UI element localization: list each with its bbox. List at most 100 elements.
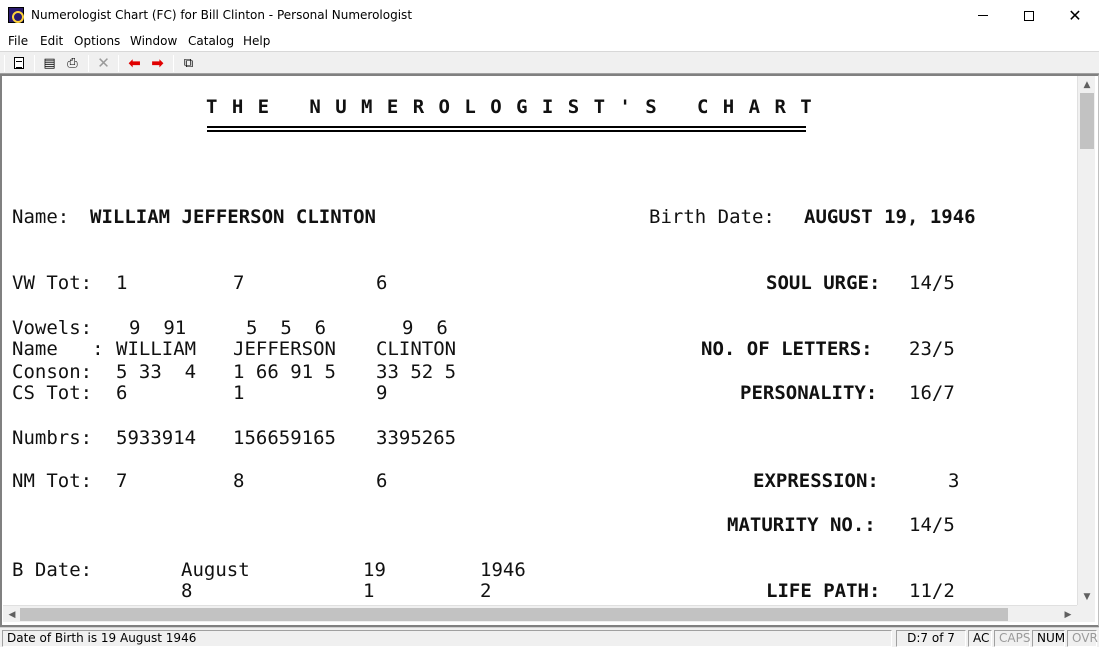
- horizontal-scrollbar[interactable]: ◀ ▶: [3, 605, 1077, 622]
- nm-tot-value: 6: [376, 470, 388, 492]
- print-button[interactable]: ⎙: [64, 55, 81, 71]
- vw-tot-label: VW Tot:: [12, 272, 93, 294]
- back-button[interactable]: ⬅: [126, 55, 143, 71]
- maximize-icon: [1024, 10, 1034, 21]
- conson-value: 33 52 5: [376, 361, 457, 383]
- name-word: CLINTON: [376, 338, 457, 360]
- forward-arrow-icon: ➡: [151, 53, 164, 72]
- app-icon[interactable]: [8, 7, 24, 23]
- menu-file[interactable]: File: [8, 34, 28, 48]
- copy-button[interactable]: ⧉: [180, 55, 197, 71]
- chart-document: THE NUMEROLOGIST'S CHART Name: WILLIAM J…: [3, 76, 1078, 605]
- heading-double-rule: [207, 126, 806, 132]
- maturity-number-label: MATURITY NO.:: [727, 514, 876, 536]
- expression-value: 3: [948, 470, 960, 492]
- life-path-label: LIFE PATH:: [766, 580, 881, 602]
- toolbar-separator: [173, 55, 174, 72]
- window-title: Numerologist Chart (FC) for Bill Clinton…: [31, 8, 413, 22]
- nm-tot-label: NM Tot:: [12, 470, 93, 492]
- bdate-part: 1946: [480, 559, 526, 581]
- scroll-left-arrow-icon[interactable]: ◀: [3, 606, 21, 623]
- vertical-scroll-thumb[interactable]: [1080, 93, 1094, 149]
- status-page-indicator: D:7 of 7: [896, 630, 966, 647]
- no-of-letters-label: NO. OF LETTERS:: [701, 338, 873, 360]
- vowels-value: 5 5 6: [246, 317, 327, 339]
- life-path-value: 11/2: [909, 580, 955, 602]
- numbrs-value: 5933914: [116, 427, 197, 449]
- bdate-part: 19: [363, 559, 386, 581]
- vowels-value: 9 6: [402, 317, 448, 339]
- horizontal-scroll-thumb[interactable]: [20, 608, 1008, 621]
- copy-icon: ⧉: [183, 55, 194, 71]
- maturity-number-value: 14/5: [909, 514, 955, 536]
- nm-tot-value: 8: [233, 470, 245, 492]
- status-caps: CAPS: [994, 630, 1030, 647]
- name-word: WILLIAM: [116, 338, 197, 360]
- toolbar-separator: [88, 55, 89, 72]
- toolbar-separator: [118, 55, 119, 72]
- bdate-digit: 1: [363, 580, 375, 602]
- expression-label: EXPRESSION:: [753, 470, 879, 492]
- status-ovr: OVR: [1067, 630, 1098, 647]
- status-message: Date of Birth is 19 August 1946: [2, 630, 892, 647]
- minimize-button[interactable]: [960, 0, 1006, 31]
- name-row-label: Name :: [12, 338, 104, 360]
- vowels-value: 9 91: [129, 317, 187, 339]
- soul-urge-value: 14/5: [909, 272, 955, 294]
- menu-bar: File Edit Options Window Catalog Help: [0, 31, 1099, 51]
- menu-options[interactable]: Options: [74, 34, 120, 48]
- status-ac: AC: [968, 630, 992, 647]
- scrollbar-corner: [1077, 605, 1095, 622]
- cs-tot-value: 6: [116, 382, 128, 404]
- name-word: JEFFERSON: [233, 338, 336, 360]
- vw-tot-value: 1: [116, 272, 128, 294]
- vertical-scrollbar[interactable]: ▲ ▼: [1077, 76, 1095, 605]
- toolbar: ▤ ⎙ ✕ ⬅ ➡ ⧉: [0, 51, 1099, 74]
- cs-tot-value: 1: [233, 382, 245, 404]
- view-icon: ▤: [43, 55, 56, 71]
- back-arrow-icon: ⬅: [128, 53, 141, 72]
- toolbar-separator: [4, 55, 5, 72]
- scroll-up-arrow-icon[interactable]: ▲: [1078, 76, 1096, 93]
- toolbar-separator: [34, 55, 35, 72]
- vw-tot-value: 6: [376, 272, 388, 294]
- conson-label: Conson:: [12, 361, 93, 383]
- birth-date-label: Birth Date:: [649, 206, 775, 228]
- cs-tot-label: CS Tot:: [12, 382, 93, 404]
- menu-catalog[interactable]: Catalog: [188, 34, 234, 48]
- bdate-label: B Date:: [12, 559, 93, 581]
- name-label: Name:: [12, 206, 70, 228]
- name-value: WILLIAM JEFFERSON CLINTON: [90, 206, 376, 228]
- forward-button[interactable]: ➡: [149, 55, 166, 71]
- menu-edit[interactable]: Edit: [40, 34, 63, 48]
- maximize-button[interactable]: [1006, 0, 1052, 31]
- nm-tot-value: 7: [116, 470, 128, 492]
- no-of-letters-value: 23/5: [909, 338, 955, 360]
- scroll-down-arrow-icon[interactable]: ▼: [1078, 588, 1096, 605]
- delete-button[interactable]: ✕: [95, 55, 112, 71]
- birth-date-value: AUGUST 19, 1946: [804, 206, 976, 228]
- vw-tot-value: 7: [233, 272, 245, 294]
- new-document-icon: [13, 57, 24, 69]
- status-bar: Date of Birth is 19 August 1946 D:7 of 7…: [0, 627, 1099, 647]
- delete-icon: ✕: [97, 53, 110, 72]
- chart-heading: THE NUMEROLOGIST'S CHART: [206, 96, 827, 118]
- conson-value: 1 66 91 5: [233, 361, 336, 383]
- cs-tot-value: 9: [376, 382, 388, 404]
- bdate-part: August: [181, 559, 250, 581]
- new-document-button[interactable]: [10, 55, 27, 71]
- scroll-right-arrow-icon[interactable]: ▶: [1059, 606, 1077, 623]
- vowels-label: Vowels:: [12, 317, 93, 339]
- view-button[interactable]: ▤: [41, 55, 58, 71]
- numbrs-label: Numbrs:: [12, 427, 93, 449]
- minimize-icon: [978, 15, 988, 16]
- title-bar: Numerologist Chart (FC) for Bill Clinton…: [0, 0, 1099, 31]
- bdate-digit: 2: [480, 580, 492, 602]
- menu-help[interactable]: Help: [243, 34, 270, 48]
- numbrs-value: 156659165: [233, 427, 336, 449]
- close-button[interactable]: ✕: [1052, 0, 1098, 31]
- numbrs-value: 3395265: [376, 427, 457, 449]
- conson-value: 5 33 4: [116, 361, 197, 383]
- menu-window[interactable]: Window: [130, 34, 177, 48]
- print-icon: ⎙: [67, 55, 78, 71]
